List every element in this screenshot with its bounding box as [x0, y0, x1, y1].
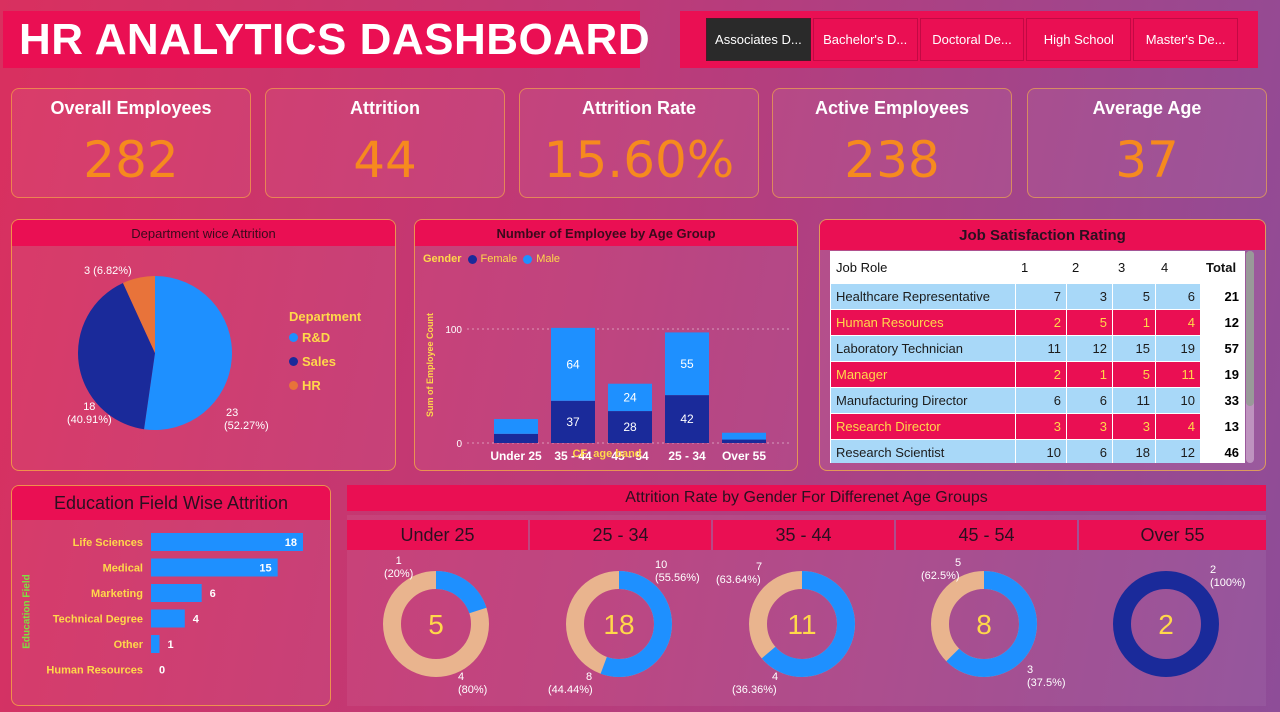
- donut-label-45-54-female: 3 (37.5%): [1027, 664, 1066, 690]
- label-pct: (36.36%): [732, 684, 777, 696]
- label-count: 1: [395, 555, 402, 567]
- label-pct: (63.64%): [716, 574, 761, 586]
- label-count: 8: [586, 671, 593, 683]
- donut-label-25-34-male: 10 (55.56%): [655, 559, 700, 585]
- donuts: 5 18 11 8 2: [383, 571, 1219, 677]
- label-count: 10: [655, 559, 668, 571]
- label-pct: (37.5%): [1027, 677, 1066, 689]
- donut-svg: 5 18 11 8 2: [383, 571, 1219, 677]
- donut-label-35-44-male: 7 (63.64%): [716, 561, 762, 587]
- label-pct: (20%): [384, 568, 414, 580]
- label-pct: (55.56%): [655, 572, 700, 584]
- label-pct: (62.5%): [921, 570, 960, 582]
- label-pct: (44.44%): [548, 684, 593, 696]
- label-count: 7: [756, 561, 763, 573]
- label-count: 5: [955, 557, 962, 569]
- label-count: 3: [1027, 664, 1034, 676]
- label-count: 2: [1210, 564, 1217, 576]
- donut-label-under-25-male: 1 (20%): [384, 555, 413, 581]
- donut-label-over-55: 2 (100%): [1210, 564, 1245, 590]
- label-count: 4: [458, 671, 465, 683]
- label-count: 4: [772, 671, 779, 683]
- label-pct: (100%): [1210, 577, 1246, 589]
- label-pct: (80%): [458, 684, 488, 696]
- donut-label-35-44-female: 4 (36.36%): [732, 671, 778, 697]
- donut-label-25-34-female: 8 (44.44%): [548, 671, 593, 697]
- donut-total: 11: [787, 609, 816, 640]
- donut-total: 2: [1158, 609, 1174, 640]
- donut-total: 8: [976, 609, 992, 640]
- donut-label-45-54-male: 5 (62.5%): [921, 557, 961, 583]
- donut-label-under-25-female: 4 (80%): [458, 671, 487, 697]
- donut-total: 18: [603, 609, 634, 640]
- donut-total: 5: [428, 609, 444, 640]
